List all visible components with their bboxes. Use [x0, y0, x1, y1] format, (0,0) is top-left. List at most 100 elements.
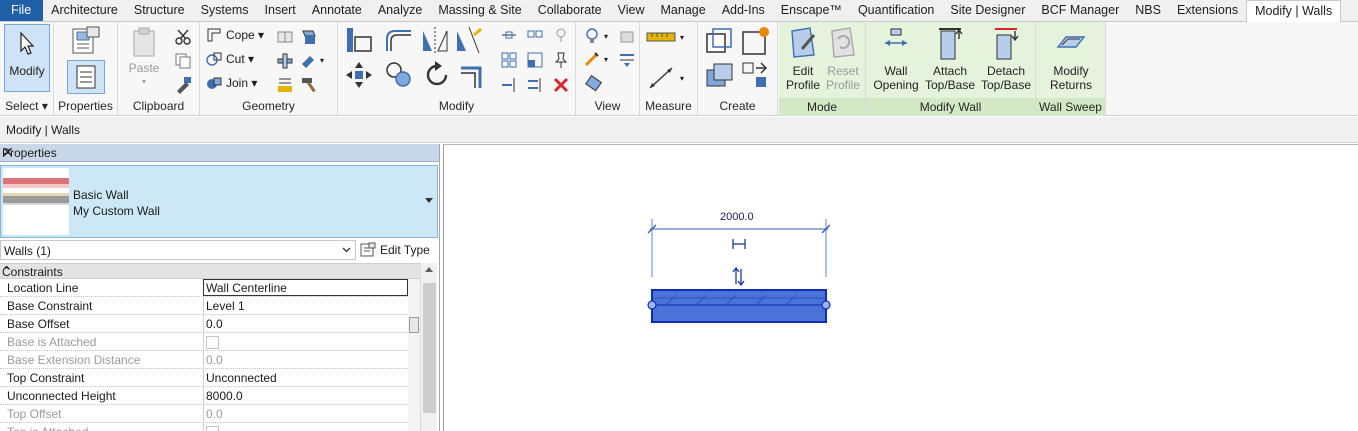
reset-profile-icon — [831, 27, 855, 58]
tab-file[interactable]: File — [0, 0, 44, 21]
temporary-dimension-value[interactable]: 2000.0 — [720, 211, 754, 223]
measure-between-dropdown[interactable]: ▾ — [646, 30, 684, 44]
copy-icon[interactable] — [174, 52, 192, 70]
prop-row-top-constraint[interactable]: Top Constraint Unconnected — [0, 369, 420, 387]
edit-profile-button[interactable]: Edit Profile — [783, 25, 823, 93]
tab-massing-site[interactable]: Massing & Site — [430, 0, 529, 21]
wall-joins-icon[interactable] — [276, 52, 294, 70]
copy-element-icon[interactable] — [526, 26, 544, 44]
trim-extend-multiple-icon[interactable] — [526, 76, 544, 94]
prop-row-base-offset[interactable]: Base Offset 0.0 — [0, 315, 420, 333]
properties-button[interactable] — [67, 60, 105, 94]
selected-wall[interactable] — [651, 289, 827, 323]
scale-icon[interactable] — [526, 51, 544, 69]
create-assembly-icon[interactable] — [704, 26, 734, 56]
line-styles-icon[interactable] — [618, 51, 636, 69]
tab-site-designer[interactable]: Site Designer — [942, 0, 1033, 21]
tab-manage[interactable]: Manage — [653, 0, 714, 21]
wall-end-grip-right[interactable] — [821, 300, 831, 310]
graphics-override-icon[interactable] — [618, 27, 636, 45]
tab-view[interactable]: View — [610, 0, 653, 21]
constraints-section-header[interactable]: Constraints ⌃ — [0, 263, 420, 279]
trim-extend-single-icon[interactable] — [500, 76, 518, 94]
prop-value[interactable]: 8000.0 — [206, 389, 243, 403]
unpin-icon[interactable] — [552, 26, 570, 44]
tab-analyze[interactable]: Analyze — [370, 0, 430, 21]
properties-title-bar[interactable]: Properties ✕ — [0, 144, 439, 162]
grid-inner-scrollbar[interactable] — [408, 279, 420, 431]
prop-row-location-line[interactable]: Location Line Wall Centerline — [0, 279, 420, 297]
pin-icon[interactable] — [552, 51, 570, 69]
create-similar-icon[interactable] — [740, 60, 770, 90]
paint-icon[interactable] — [300, 28, 318, 46]
detach-top-base-button[interactable]: Detach Top/Base — [978, 25, 1034, 93]
move-small-icon[interactable] — [500, 26, 518, 44]
type-selector[interactable]: Basic Wall My Custom Wall — [0, 165, 438, 238]
tab-bcf-manager[interactable]: BCF Manager — [1033, 0, 1127, 21]
cut-geometry-button[interactable]: Cut ▾ — [206, 51, 254, 67]
drawing-canvas[interactable]: 2000.0 — [443, 144, 1358, 431]
instance-filter-dropdown[interactable]: Walls (1) — [0, 240, 356, 260]
tab-modify-walls[interactable]: Modify | Walls — [1246, 0, 1342, 23]
split-element-icon[interactable] — [276, 76, 294, 94]
tab-systems[interactable]: Systems — [193, 0, 257, 21]
type-properties-icon[interactable] — [69, 26, 101, 56]
tab-add-ins[interactable]: Add-Ins — [714, 0, 773, 21]
scroll-up-arrow-icon[interactable] — [425, 267, 433, 272]
aligned-dimension-dropdown[interactable]: ▾ — [646, 64, 684, 92]
prop-value[interactable]: Level 1 — [206, 299, 245, 313]
tab-nbs[interactable]: NBS — [1127, 0, 1169, 21]
hide-in-view-dropdown[interactable]: ▾ — [584, 27, 608, 45]
type-dropdown-arrow-icon[interactable] — [425, 198, 433, 203]
match-properties-icon[interactable] — [174, 76, 192, 94]
close-icon[interactable]: ✕ — [2, 144, 434, 161]
dimension-equality-icon[interactable] — [732, 239, 746, 249]
join-button[interactable]: Join ▾ — [206, 75, 257, 91]
prop-row-unconnected-height[interactable]: Unconnected Height 8000.0 — [0, 387, 420, 405]
offset-icon[interactable] — [384, 25, 414, 55]
mirror-pick-axis-icon[interactable] — [420, 25, 450, 55]
demolish-dropdown[interactable]: ▾ — [300, 52, 324, 68]
properties-scroll-thumb[interactable] — [423, 283, 436, 413]
modify-returns-button[interactable]: Modify Returns — [1042, 25, 1100, 93]
rotate-icon[interactable] — [422, 60, 452, 90]
create-parts-icon[interactable] — [740, 26, 770, 56]
cut-scissors-icon[interactable] — [174, 28, 192, 46]
attach-top-base-button[interactable]: Attach Top/Base — [922, 25, 978, 93]
reset-profile-button[interactable]: Reset Profile — [823, 25, 863, 93]
tab-annotate[interactable]: Annotate — [304, 0, 370, 21]
edit-type-button[interactable]: Edit Type — [360, 240, 430, 260]
array-icon[interactable] — [500, 51, 518, 69]
flip-orientation-icon[interactable] — [732, 266, 745, 287]
align-icon[interactable] — [344, 25, 374, 55]
split-face-icon[interactable] — [276, 28, 294, 46]
tab-collaborate[interactable]: Collaborate — [530, 0, 610, 21]
wall-end-grip-left[interactable] — [647, 300, 657, 310]
prop-value[interactable]: 0.0 — [206, 317, 223, 331]
tab-structure[interactable]: Structure — [126, 0, 193, 21]
create-group-icon[interactable] — [704, 60, 734, 90]
tab-enscape[interactable]: Enscape™ — [773, 0, 850, 21]
delete-x-icon[interactable] — [552, 76, 570, 94]
paste-button[interactable]: Paste ▾ — [124, 26, 164, 86]
move-arrows-icon[interactable] — [344, 60, 374, 90]
tab-architecture[interactable]: Architecture — [43, 0, 126, 21]
select-dropdown[interactable]: Select ▾ — [0, 98, 53, 114]
linework-dropdown[interactable]: ▾ — [584, 51, 608, 67]
collapse-chevrons-icon[interactable]: ⌃ — [2, 264, 414, 277]
prop-row-base-constraint[interactable]: Base Constraint Level 1 — [0, 297, 420, 315]
hammer-icon[interactable] — [300, 76, 318, 94]
mirror-draw-axis-icon[interactable] — [454, 25, 484, 55]
tab-insert[interactable]: Insert — [257, 0, 304, 21]
wall-opening-button[interactable]: Wall Opening — [872, 25, 920, 93]
properties-scrollbar[interactable] — [420, 263, 437, 431]
copy-circles-icon[interactable] — [384, 60, 414, 90]
cope-button[interactable]: Cope ▾ — [206, 27, 264, 43]
tab-quantification[interactable]: Quantification — [850, 0, 942, 21]
trim-extend-corner-icon[interactable] — [458, 60, 488, 90]
grid-inner-scroll-thumb[interactable] — [409, 317, 419, 333]
modify-button[interactable]: Modify — [4, 24, 50, 92]
select-linework-icon[interactable] — [584, 75, 602, 93]
tab-extensions[interactable]: Extensions — [1169, 0, 1246, 21]
prop-value[interactable]: Unconnected — [206, 371, 277, 385]
